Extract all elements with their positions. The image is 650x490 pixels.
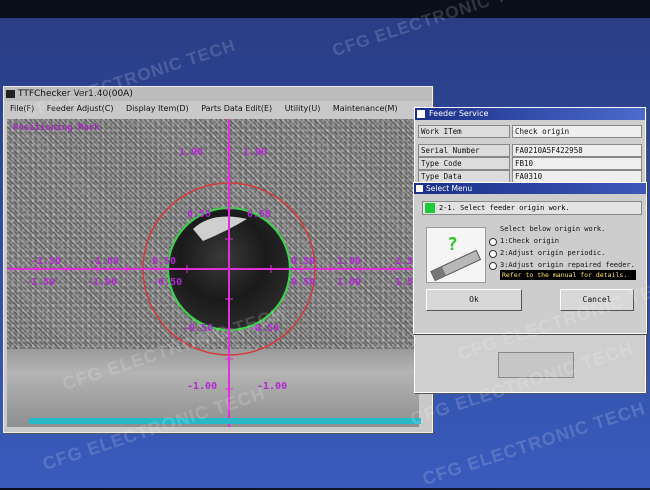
scale-label: 1.00 xyxy=(179,147,203,158)
scale-label: 0.50 xyxy=(291,256,315,267)
menu-utility[interactable]: Utility(U) xyxy=(285,104,321,113)
step-text: 2-1. Select feeder origin work. xyxy=(439,204,570,212)
scale-label: 1.00 xyxy=(337,256,361,267)
scale-label: -1.00 xyxy=(89,256,119,267)
radio-check-origin[interactable] xyxy=(489,238,497,246)
ok-button[interactable]: Ok xyxy=(426,289,522,311)
select-menu-title: Select Menu xyxy=(426,184,473,193)
scale-label: 1.00 xyxy=(337,277,361,288)
menu-maintenance[interactable]: Maintenance(M) xyxy=(333,104,398,113)
scale-label: 1.00 xyxy=(243,147,267,158)
scale-label: -1.50 xyxy=(31,256,61,267)
feeder-help-icon: ? xyxy=(426,227,486,283)
field-label: Work ITem xyxy=(418,125,510,138)
step-status-icon xyxy=(425,203,435,213)
scale-label: -1.00 xyxy=(87,277,117,288)
option-adjust-periodic[interactable]: 2:Adjust origin periodic. xyxy=(500,249,605,257)
scale-label: -1.00 xyxy=(187,381,217,392)
app-icon xyxy=(6,90,15,98)
work-item-value: Check origin xyxy=(512,125,642,138)
step-indicator: 2-1. Select feeder origin work. xyxy=(422,201,642,215)
menu-parts-data-edit[interactable]: Parts Data Edit(E) xyxy=(201,104,272,113)
scale-label: -0.50 xyxy=(152,277,182,288)
scale-label: -1.50 xyxy=(25,277,55,288)
option-check-origin[interactable]: 1:Check origin xyxy=(500,237,559,245)
scale-label: 0.50 xyxy=(152,256,176,267)
window-icon xyxy=(417,110,425,118)
radio-adjust-repaired[interactable] xyxy=(489,262,497,270)
hint-text: Refer to the manual for details. xyxy=(500,270,636,280)
field-label: Type Code xyxy=(418,157,510,170)
status-strip xyxy=(29,418,421,424)
select-menu-titlebar: Select Menu xyxy=(414,183,646,194)
feeder-service-title: Feeder Service xyxy=(429,109,489,118)
question-mark-icon: ? xyxy=(447,234,458,255)
prompt-text: Select below origin work. xyxy=(500,225,606,233)
menu-display-item[interactable]: Display Item(D) xyxy=(126,104,189,113)
field-label: Serial Number xyxy=(418,144,510,157)
radio-adjust-periodic[interactable] xyxy=(489,250,497,258)
option-adjust-repaired[interactable]: 3:Adjust origin repaired feeder. xyxy=(500,261,635,269)
type-code-value: FB10 xyxy=(512,157,642,170)
scale-label: 0.50 xyxy=(291,277,315,288)
feeder-service-titlebar: Feeder Service xyxy=(415,108,645,120)
scale-label: 0.50 xyxy=(247,209,271,220)
scale-label: 0.50 xyxy=(187,209,211,220)
window-icon xyxy=(416,185,423,192)
serial-number-value: FA0210A5F422958 xyxy=(512,144,642,157)
